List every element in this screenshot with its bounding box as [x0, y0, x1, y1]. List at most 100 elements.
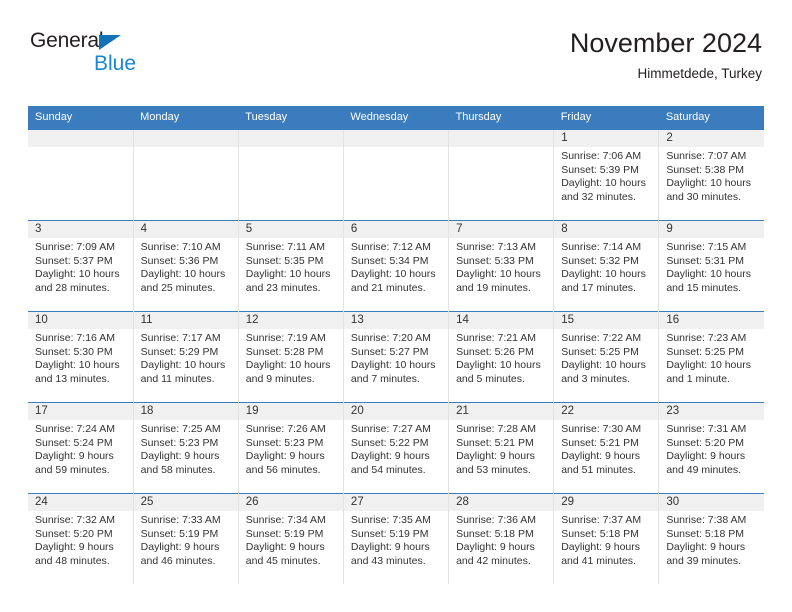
day-details: Sunrise: 7:13 AM Sunset: 5:33 PM Dayligh…	[449, 238, 553, 295]
page-header: General Blue November 2024 Himmetdede, T…	[28, 0, 764, 81]
calendar-day-cell[interactable]: 7 Sunrise: 7:13 AM Sunset: 5:33 PM Dayli…	[448, 220, 555, 312]
calendar-day-cell[interactable]	[28, 130, 134, 221]
sunrise-text: Sunrise: 7:19 AM	[245, 332, 326, 345]
calendar-day-cell[interactable]: 27 Sunrise: 7:35 AM Sunset: 5:19 PM Dayl…	[343, 493, 450, 585]
calendar-day-cell[interactable]	[448, 130, 555, 221]
daylight-text-line1: Daylight: 10 hours	[561, 177, 646, 190]
day-number: 21	[449, 403, 554, 421]
calendar-body: 1 Sunrise: 7:06 AM Sunset: 5:39 PM Dayli…	[28, 130, 764, 585]
calendar-day-cell[interactable]: 14 Sunrise: 7:21 AM Sunset: 5:26 PM Dayl…	[448, 311, 555, 403]
daylight-text-line1: Daylight: 10 hours	[666, 359, 751, 372]
calendar-day-cell[interactable]: 28 Sunrise: 7:36 AM Sunset: 5:18 PM Dayl…	[448, 493, 555, 585]
calendar-day-cell[interactable]: 13 Sunrise: 7:20 AM Sunset: 5:27 PM Dayl…	[343, 311, 450, 403]
calendar-day-cell[interactable]	[238, 130, 344, 221]
sunset-text: Sunset: 5:36 PM	[140, 254, 219, 267]
calendar-day-cell[interactable]: 12 Sunrise: 7:19 AM Sunset: 5:28 PM Dayl…	[238, 311, 344, 403]
day-number	[449, 130, 554, 148]
daylight-text-line1: Daylight: 9 hours	[456, 541, 535, 554]
daylight-text-line2: and 15 minutes.	[666, 281, 742, 294]
day-details: Sunrise: 7:28 AM Sunset: 5:21 PM Dayligh…	[449, 420, 553, 477]
calendar-day-cell[interactable]: 4 Sunrise: 7:10 AM Sunset: 5:36 PM Dayli…	[133, 220, 239, 312]
calendar-week-row: 3 Sunrise: 7:09 AM Sunset: 5:37 PM Dayli…	[28, 220, 764, 312]
sunset-text: Sunset: 5:26 PM	[456, 345, 534, 358]
calendar-day-cell[interactable]: 20 Sunrise: 7:27 AM Sunset: 5:22 PM Dayl…	[343, 402, 450, 494]
day-number: 18	[133, 403, 238, 421]
sunrise-text: Sunrise: 7:36 AM	[456, 514, 537, 527]
calendar-day-cell[interactable]: 6 Sunrise: 7:12 AM Sunset: 5:34 PM Dayli…	[343, 220, 450, 312]
day-details: Sunrise: 7:32 AM Sunset: 5:20 PM Dayligh…	[28, 511, 133, 568]
calendar-day-cell[interactable]: 25 Sunrise: 7:33 AM Sunset: 5:19 PM Dayl…	[133, 493, 239, 585]
calendar-day-cell[interactable]: 5 Sunrise: 7:11 AM Sunset: 5:35 PM Dayli…	[238, 220, 344, 312]
weekday-header-wednesday: Wednesday	[343, 106, 449, 131]
calendar-day-cell[interactable]: 22 Sunrise: 7:30 AM Sunset: 5:21 PM Dayl…	[553, 402, 660, 494]
calendar-day-cell[interactable]: 8 Sunrise: 7:14 AM Sunset: 5:32 PM Dayli…	[553, 220, 660, 312]
daylight-text-line1: Daylight: 10 hours	[140, 359, 226, 372]
daylight-text-line1: Daylight: 10 hours	[456, 268, 541, 281]
calendar-day-cell[interactable]: 11 Sunrise: 7:17 AM Sunset: 5:29 PM Dayl…	[133, 311, 239, 403]
day-details: Sunrise: 7:09 AM Sunset: 5:37 PM Dayligh…	[28, 238, 133, 295]
day-details: Sunrise: 7:15 AM Sunset: 5:31 PM Dayligh…	[659, 238, 764, 295]
daylight-text-line2: and 48 minutes.	[35, 554, 110, 567]
daylight-text-line1: Daylight: 9 hours	[456, 450, 535, 463]
calendar-day-cell[interactable]: 17 Sunrise: 7:24 AM Sunset: 5:24 PM Dayl…	[28, 402, 134, 494]
calendar-day-cell[interactable]: 15 Sunrise: 7:22 AM Sunset: 5:25 PM Dayl…	[553, 311, 660, 403]
weekday-header-sunday: Sunday	[28, 106, 134, 131]
day-details: Sunrise: 7:33 AM Sunset: 5:19 PM Dayligh…	[134, 511, 238, 568]
daylight-text-line2: and 21 minutes.	[350, 281, 426, 294]
sunset-text: Sunset: 5:34 PM	[350, 254, 429, 267]
day-number	[133, 130, 238, 148]
day-details: Sunrise: 7:12 AM Sunset: 5:34 PM Dayligh…	[344, 238, 448, 295]
sunset-text: Sunset: 5:29 PM	[140, 345, 219, 358]
calendar-day-cell[interactable]: 1 Sunrise: 7:06 AM Sunset: 5:39 PM Dayli…	[553, 130, 660, 221]
daylight-text-line2: and 11 minutes.	[140, 372, 215, 385]
day-number: 27	[343, 494, 449, 512]
daylight-text-line2: and 46 minutes.	[140, 554, 216, 567]
sunset-text: Sunset: 5:33 PM	[456, 254, 534, 267]
calendar-day-cell[interactable]: 29 Sunrise: 7:37 AM Sunset: 5:18 PM Dayl…	[553, 493, 660, 585]
calendar-week-row: 17 Sunrise: 7:24 AM Sunset: 5:24 PM Dayl…	[28, 402, 764, 494]
day-number: 12	[238, 312, 343, 330]
day-number: 14	[449, 312, 554, 330]
daylight-text-line1: Daylight: 10 hours	[350, 268, 436, 281]
day-number: 23	[659, 403, 764, 421]
generalblue-logo[interactable]: General Blue	[30, 30, 250, 76]
calendar-day-cell[interactable]: 16 Sunrise: 7:23 AM Sunset: 5:25 PM Dayl…	[658, 311, 764, 403]
sunrise-text: Sunrise: 7:28 AM	[456, 423, 537, 436]
day-details: Sunrise: 7:25 AM Sunset: 5:23 PM Dayligh…	[134, 420, 238, 477]
daylight-text-line1: Daylight: 10 hours	[456, 359, 541, 372]
day-details: Sunrise: 7:21 AM Sunset: 5:26 PM Dayligh…	[449, 329, 553, 386]
daylight-text-line2: and 17 minutes.	[561, 281, 636, 294]
calendar-day-cell[interactable]: 21 Sunrise: 7:28 AM Sunset: 5:21 PM Dayl…	[448, 402, 555, 494]
calendar-day-cell[interactable]: 3 Sunrise: 7:09 AM Sunset: 5:37 PM Dayli…	[28, 220, 134, 312]
day-number: 25	[133, 494, 238, 512]
calendar-day-cell[interactable]: 9 Sunrise: 7:15 AM Sunset: 5:31 PM Dayli…	[658, 220, 764, 312]
daylight-text-line1: Daylight: 10 hours	[245, 268, 331, 281]
day-number	[343, 130, 449, 148]
daylight-text-line2: and 30 minutes.	[666, 190, 742, 203]
calendar-day-cell[interactable]: 10 Sunrise: 7:16 AM Sunset: 5:30 PM Dayl…	[28, 311, 134, 403]
sunrise-text: Sunrise: 7:13 AM	[456, 241, 537, 254]
daylight-text-line2: and 51 minutes.	[561, 463, 636, 476]
daylight-text-line2: and 58 minutes.	[140, 463, 216, 476]
calendar-day-cell[interactable]	[343, 130, 450, 221]
calendar-day-cell[interactable]: 26 Sunrise: 7:34 AM Sunset: 5:19 PM Dayl…	[238, 493, 344, 585]
sunset-text: Sunset: 5:25 PM	[561, 345, 639, 358]
sunrise-text: Sunrise: 7:17 AM	[140, 332, 221, 345]
calendar-day-cell[interactable]	[133, 130, 239, 221]
calendar-day-cell[interactable]: 2 Sunrise: 7:07 AM Sunset: 5:38 PM Dayli…	[658, 130, 764, 221]
calendar-day-cell[interactable]: 23 Sunrise: 7:31 AM Sunset: 5:20 PM Dayl…	[658, 402, 764, 494]
day-number: 3	[28, 221, 133, 239]
weekday-header-tuesday: Tuesday	[238, 106, 344, 131]
calendar-day-cell[interactable]: 24 Sunrise: 7:32 AM Sunset: 5:20 PM Dayl…	[28, 493, 134, 585]
title-block: November 2024 Himmetdede, Turkey	[570, 28, 762, 82]
sunrise-text: Sunrise: 7:35 AM	[350, 514, 431, 527]
daylight-text-line1: Daylight: 9 hours	[666, 450, 746, 463]
day-number: 1	[554, 130, 659, 148]
calendar-week-row: 1 Sunrise: 7:06 AM Sunset: 5:39 PM Dayli…	[28, 130, 764, 221]
calendar-day-cell[interactable]: 30 Sunrise: 7:38 AM Sunset: 5:18 PM Dayl…	[658, 493, 764, 585]
sunrise-text: Sunrise: 7:32 AM	[35, 514, 115, 527]
calendar-day-cell[interactable]: 19 Sunrise: 7:26 AM Sunset: 5:23 PM Dayl…	[238, 402, 344, 494]
sunrise-text: Sunrise: 7:06 AM	[561, 150, 642, 163]
daylight-text-line1: Daylight: 10 hours	[35, 359, 120, 372]
calendar-day-cell[interactable]: 18 Sunrise: 7:25 AM Sunset: 5:23 PM Dayl…	[133, 402, 239, 494]
